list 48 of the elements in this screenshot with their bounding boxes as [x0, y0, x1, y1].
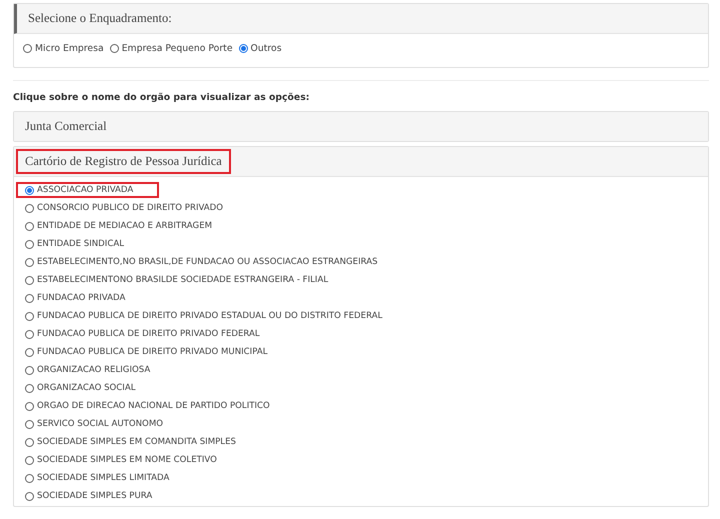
radio-button[interactable]	[25, 222, 34, 230]
natureza-option[interactable]: SERVICO SOCIAL AUTONOMO	[16, 416, 172, 432]
natureza-option[interactable]: SOCIEDADE SIMPLES LIMITADA	[16, 470, 178, 486]
orgao-title[interactable]: Cartório de Registro de Pessoa Jurídica	[16, 149, 231, 174]
orgao-title[interactable]: Junta Comercial	[16, 114, 116, 139]
natureza-option[interactable]: ENTIDADE SINDICAL	[16, 236, 134, 252]
radio-button[interactable]	[25, 330, 34, 338]
natureza-option[interactable]: CONSORCIO PUBLICO DE DIREITO PRIVADO	[16, 200, 232, 216]
natureza-option[interactable]: ORGANIZACAO SOCIAL	[16, 380, 144, 396]
radio-button[interactable]	[25, 240, 34, 248]
radio-option[interactable]: Outros	[238, 43, 282, 54]
radio-button[interactable]	[25, 186, 34, 194]
radio-button[interactable]	[25, 474, 34, 482]
natureza-option[interactable]: FUNDACAO PUBLICA DE DIREITO PRIVADO FEDERAL	[16, 326, 269, 342]
natureza-option[interactable]: FUNDACAO PUBLICA DE DIREITO PRIVADO MUNICIPAL	[16, 344, 277, 360]
radio-button[interactable]	[25, 258, 34, 266]
radio-option[interactable]: Empresa Pequeno Porte	[110, 43, 233, 54]
natureza-option[interactable]: SOCIEDADE SIMPLES PURA	[16, 488, 162, 504]
radio-button[interactable]	[25, 456, 34, 464]
radio-option[interactable]: Micro Empresa	[23, 43, 104, 54]
radio-button[interactable]	[25, 384, 34, 392]
panel-title: Selecione o Enquadramento:	[27, 10, 173, 27]
natureza-option[interactable]: ESTABELECIMENTONO BRASILDE SOCIEDADE ESTRANGEIRA - FILIAL	[16, 272, 338, 288]
radio-button[interactable]	[25, 366, 34, 374]
natureza-option[interactable]: ENTIDADE DE MEDIACAO E ARBITRAGEM	[16, 218, 222, 234]
radio-button[interactable]	[23, 44, 32, 53]
radio-button[interactable]	[238, 44, 248, 53]
natureza-option[interactable]: ORGAO DE DIRECAO NACIONAL DE PARTIDO POLITICO	[16, 398, 279, 414]
radio-button[interactable]	[25, 276, 34, 284]
natureza-option[interactable]: FUNDACAO PUBLICA DE DIREITO PRIVADO ESTADUAL OU DO DISTRITO FEDERAL	[16, 308, 392, 324]
orgao-header[interactable]: Cartório de Registro de Pessoa Jurídica	[14, 147, 708, 177]
orgao-header[interactable]: Junta Comercial	[14, 112, 708, 141]
radio-button[interactable]	[25, 312, 34, 320]
radio-button[interactable]	[25, 204, 34, 212]
radio-button[interactable]	[25, 420, 34, 428]
natureza-option[interactable]: ORGANIZACAO RELIGIOSA	[16, 362, 160, 378]
natureza-option[interactable]: SOCIEDADE SIMPLES EM COMANDITA SIMPLES	[16, 434, 245, 450]
radio-button[interactable]	[110, 44, 119, 53]
radio-button[interactable]	[25, 438, 34, 446]
natureza-option[interactable]: ASSOCIACAO PRIVADA	[16, 182, 159, 198]
radio-button[interactable]	[25, 348, 34, 356]
radio-button[interactable]	[25, 294, 34, 302]
natureza-option[interactable]: FUNDACAO PRIVADA	[16, 290, 134, 306]
natureza-option[interactable]: SOCIEDADE SIMPLES EM NOME COLETIVO	[16, 452, 226, 468]
radio-button[interactable]	[25, 492, 34, 500]
radio-button[interactable]	[25, 402, 34, 410]
natureza-option[interactable]: ESTABELECIMENTO,NO BRASIL,DE FUNDACAO OU ASSOCIACAO ESTRANGEIRAS	[16, 254, 387, 270]
instruction-text: Clique sobre o nome do orgão para visualizar as opções:	[13, 92, 310, 103]
